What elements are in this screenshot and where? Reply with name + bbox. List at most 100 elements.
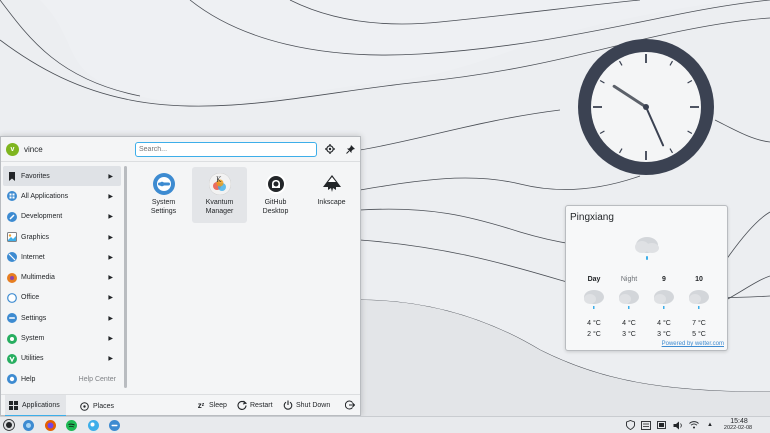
chevron-right-icon: ▶ — [108, 275, 113, 282]
forecast-high: 7 °C — [692, 320, 706, 327]
tray-battery[interactable] — [657, 420, 667, 430]
category-office[interactable]: Office ▶ — [3, 288, 121, 308]
category-label: All Applications — [21, 192, 69, 200]
grid-icon — [7, 191, 17, 202]
forecast-high: 4 °C — [657, 320, 671, 327]
help-center-label: Help Center — [78, 375, 116, 383]
category-graphics[interactable]: Graphics ▶ — [3, 227, 121, 247]
shutdown-button[interactable]: Shut Down — [283, 400, 330, 410]
app-label: Inkscape — [317, 199, 346, 206]
app-label: Settings — [150, 208, 177, 215]
weather-credit-link[interactable]: Powered by wetter.com — [662, 341, 724, 347]
category-label: Office — [21, 294, 40, 302]
app-system-settings[interactable]: System Settings — [136, 167, 191, 223]
tray-clipboard[interactable] — [641, 420, 651, 430]
restart-icon — [237, 400, 247, 410]
svg-text:K: K — [216, 176, 222, 184]
restart-label: Restart — [250, 401, 273, 409]
inkscape-icon — [322, 175, 341, 192]
category-multimedia[interactable]: Multimedia ▶ — [3, 267, 121, 287]
taskbar: ▲ 15:48 2022-02-08 — [0, 416, 770, 433]
category-label: Settings — [21, 314, 47, 322]
forecast-low: 3 °C — [622, 331, 636, 338]
category-settings[interactable]: Settings ▶ — [3, 308, 121, 328]
forecast-label: 9 — [662, 276, 666, 283]
system-icon — [7, 333, 17, 344]
launcher-icon — [3, 419, 15, 431]
leave-icon — [345, 400, 355, 410]
tray-network[interactable] — [689, 420, 699, 430]
system-settings-icon — [108, 419, 120, 431]
category-scrollbar[interactable] — [124, 166, 127, 388]
launcher-button[interactable] — [3, 419, 15, 431]
pin-button[interactable] — [344, 143, 356, 155]
app-kvantum-manager[interactable]: K Kvantum Manager — [192, 167, 247, 223]
category-system[interactable]: System ▶ — [3, 328, 121, 348]
forecast-day: Day 4 °C 2 °C — [579, 276, 609, 340]
shutdown-label: Shut Down — [296, 401, 331, 409]
taskbar-item-firefox[interactable] — [44, 419, 56, 431]
tab-label: Places — [93, 402, 115, 410]
chevron-right-icon: ▶ — [108, 254, 113, 261]
category-utilities[interactable]: Utilities ▶ — [3, 349, 121, 369]
forecast-night: Night 4 °C 3 °C — [614, 276, 644, 340]
category-label: Multimedia — [21, 274, 55, 282]
search-input[interactable] — [135, 142, 317, 157]
chevron-right-icon: ▶ — [108, 336, 113, 343]
app-github-desktop[interactable]: GitHub Desktop — [248, 167, 303, 223]
taskbar-clock-date[interactable]: 2022-02-08 — [718, 425, 758, 431]
tray-volume[interactable] — [673, 420, 683, 430]
chevron-right-icon: ▶ — [108, 356, 113, 363]
settings-icon — [7, 313, 17, 324]
forecast-label: Day — [587, 276, 601, 283]
configure-button[interactable] — [324, 143, 336, 155]
app-label: Kvantum — [205, 199, 234, 206]
chevron-up-icon: ▲ — [707, 422, 713, 428]
category-help[interactable]: Help Help Center — [3, 369, 121, 389]
category-favorites[interactable]: Favorites ▶ — [3, 166, 121, 187]
taskbar-item-settings[interactable] — [108, 419, 120, 431]
firefox-icon — [44, 419, 56, 431]
tab-places[interactable]: Places — [79, 395, 114, 417]
taskbar-item-discover[interactable] — [87, 419, 99, 431]
app-inkscape[interactable]: Inkscape — [304, 167, 359, 223]
chevron-right-icon: ▶ — [108, 234, 113, 241]
forecast-10: 10 7 °C 5 °C — [684, 276, 714, 340]
taskbar-item-spotify[interactable] — [65, 419, 77, 431]
battery-icon — [657, 421, 666, 429]
category-development[interactable]: Development ▶ — [3, 207, 121, 227]
tray-vault[interactable] — [625, 420, 635, 430]
avatar[interactable]: v — [6, 143, 19, 156]
weather-widget[interactable]: Pingxiang Day 4 °C 2 °C Night 4 °C 3 °C … — [565, 205, 728, 351]
forecast-9: 9 4 °C 3 °C — [649, 276, 679, 340]
forecast-label: 10 — [695, 276, 703, 283]
app-label: System — [151, 199, 176, 206]
leave-button[interactable] — [345, 400, 358, 410]
utilities-icon — [7, 353, 17, 364]
development-icon — [7, 211, 17, 222]
spotify-icon — [65, 419, 77, 431]
taskbar-item-files[interactable] — [22, 419, 34, 431]
drizzle-icon — [689, 290, 709, 309]
forecast-low: 5 °C — [692, 331, 706, 338]
sleep-button[interactable]: zz Sleep — [196, 400, 227, 410]
taskbar-clock-time[interactable]: 15:48 — [722, 418, 756, 425]
forecast-high: 4 °C — [622, 320, 636, 327]
drizzle-icon — [654, 290, 674, 309]
category-internet[interactable]: Internet ▶ — [3, 247, 121, 267]
weather-city: Pingxiang — [570, 212, 614, 223]
category-label: Favorites — [21, 172, 50, 180]
forecast-low: 2 °C — [587, 331, 601, 338]
app-label: Desktop — [262, 208, 289, 215]
wifi-icon — [689, 421, 699, 429]
power-icon — [283, 400, 293, 410]
tab-applications[interactable]: Applications — [5, 395, 66, 417]
category-all-applications[interactable]: All Applications ▶ — [3, 186, 121, 206]
office-icon — [7, 293, 17, 303]
tray-expand[interactable]: ▲ — [705, 420, 715, 430]
chevron-right-icon: ▶ — [108, 315, 113, 322]
volume-icon — [673, 421, 682, 429]
forecast-low: 3 °C — [657, 331, 671, 338]
analog-clock[interactable] — [577, 38, 715, 176]
restart-button[interactable]: Restart — [237, 400, 273, 410]
